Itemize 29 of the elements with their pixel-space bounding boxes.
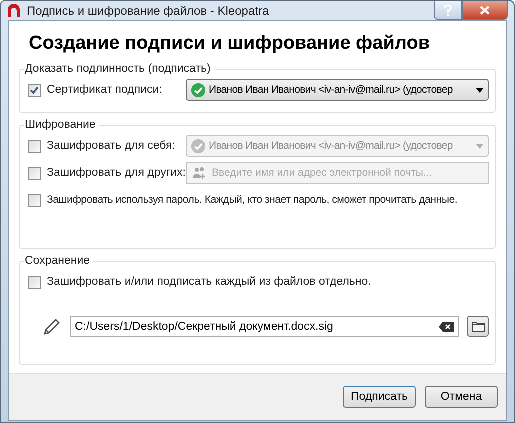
checkbox[interactable]: Зашифровать для себя: (28, 140, 186, 152)
group-title: Доказать подлинность (подписать) (24, 63, 212, 75)
check-circle-icon (191, 82, 206, 98)
checkmark-icon (30, 86, 39, 94)
dialog-button[interactable]: Подписать (343, 386, 416, 408)
checkbox[interactable]: Зашифровать для других: (28, 166, 186, 180)
clear-icon[interactable] (439, 322, 454, 332)
caret-icon (476, 88, 484, 92)
app-logo-icon (7, 4, 21, 18)
group-title: Сохранение (24, 255, 92, 267)
dialog-button[interactable]: Отмена (425, 386, 498, 408)
checkbox[interactable]: Зашифровать используя пароль. Каждый, кто знает пароль, сможет прочитать данные. (28, 194, 458, 206)
browse-button[interactable] (467, 316, 489, 337)
window-title: Подпись и шифрование файлов - Kleopatra (27, 4, 270, 18)
close-button[interactable] (462, 1, 508, 20)
caret-icon (476, 144, 484, 148)
checkbox[interactable]: Зашифровать и/или подписать каждый из файлов отдельно. (28, 276, 372, 288)
check-circle-icon (191, 138, 206, 154)
help-button[interactable] (434, 1, 462, 20)
pencil-icon (42, 316, 62, 336)
add-people-icon (193, 167, 206, 179)
checkbox[interactable]: Сертификат подписи: (28, 84, 186, 96)
group-title: Шифрование (24, 119, 97, 131)
page-heading: Создание подписи и шифрование файлов (29, 33, 432, 55)
certificate-combo[interactable]: Иванов Иван Иванович <iv-an-iv@mail.ru> (удостовер (186, 79, 489, 101)
output-path-field[interactable]: C:/Users/1/Desktop/Секретный документ.docx.sig (70, 316, 459, 337)
close-icon (480, 6, 490, 14)
folder-icon (472, 321, 484, 332)
help-icon (444, 4, 452, 16)
